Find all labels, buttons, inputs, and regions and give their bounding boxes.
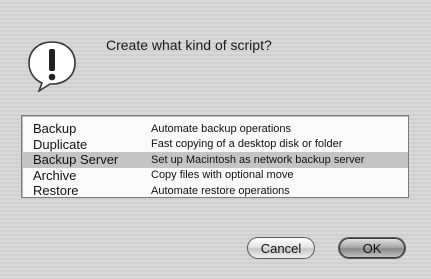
script-type-description: Set up Macintosh as network backup serve… — [151, 153, 365, 166]
list-item[interactable]: Duplicate Fast copying of a desktop disk… — [22, 137, 408, 153]
script-type-name: Backup Server — [33, 152, 119, 168]
script-type-description: Automate backup operations — [151, 122, 292, 135]
alert-icon — [28, 41, 76, 92]
list-item[interactable]: Archive Copy files with optional move — [22, 168, 408, 184]
cancel-button[interactable]: Cancel — [247, 237, 315, 259]
script-type-name: Duplicate — [33, 136, 88, 152]
ok-button[interactable]: OK — [338, 237, 406, 259]
script-type-list[interactable]: Backup Automate backup operations Duplic… — [21, 115, 409, 198]
script-type-description: Copy files with optional move — [151, 169, 294, 182]
list-item-selected[interactable]: Backup Server Set up Macintosh as networ… — [22, 152, 408, 168]
script-type-description: Automate restore operations — [151, 184, 290, 197]
dialog-prompt: Create what kind of script? — [106, 37, 272, 53]
script-type-name: Backup — [33, 121, 77, 137]
list-item[interactable]: Backup Automate backup operations — [22, 121, 408, 137]
script-type-description: Fast copying of a desktop disk or folder — [151, 138, 343, 151]
list-item[interactable]: Restore Automate restore operations — [22, 183, 408, 199]
script-type-name: Archive — [33, 167, 77, 183]
script-type-name: Restore — [33, 183, 79, 199]
